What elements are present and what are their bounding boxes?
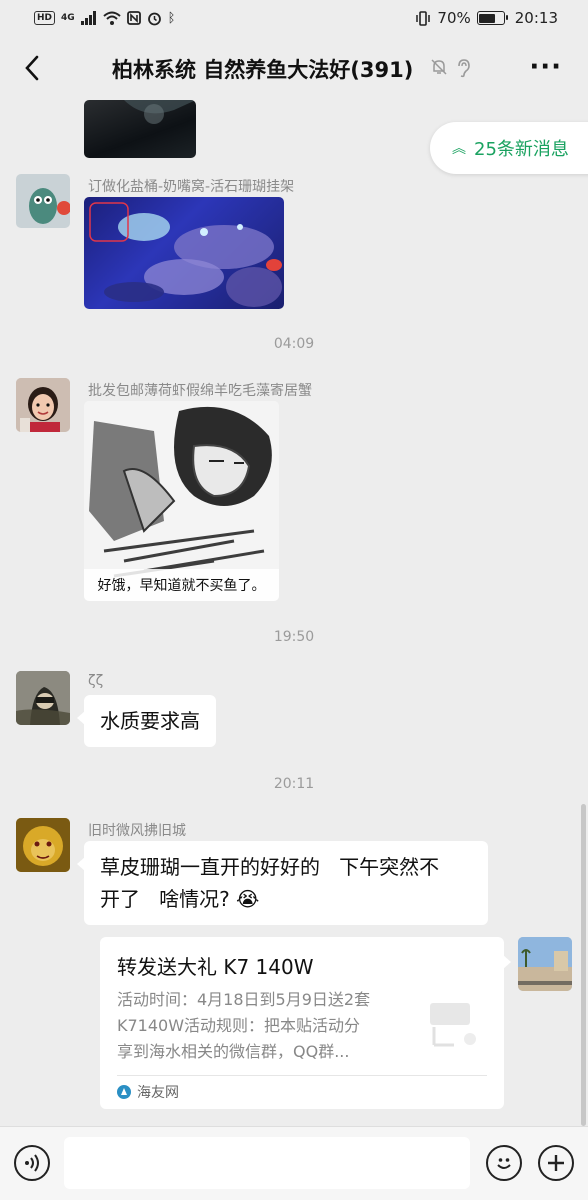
card-source-label: 海友网 <box>137 1085 179 1101</box>
timestamp: 20:11 <box>273 776 315 792</box>
message-text-line: 草皮珊瑚一直开的好好的 下午突然不 <box>100 855 440 879</box>
monster-avatar-art <box>29 188 70 224</box>
emoji-icon <box>497 1158 511 1169</box>
avatar[interactable] <box>16 818 70 872</box>
chevron-left-icon <box>25 55 39 81</box>
girl-avatar-art <box>16 378 70 432</box>
battery-fill <box>479 13 496 23</box>
message-text-line-2: 开了 啥情况? 😭 <box>100 883 472 915</box>
more-button[interactable]: ··· <box>529 52 562 82</box>
hd-badge: HD <box>34 11 56 25</box>
status-left: HD 4G ᛒ <box>34 11 175 26</box>
image-message-coral[interactable] <box>84 197 284 309</box>
signal-icon <box>80 11 96 25</box>
monkey-king-avatar-art <box>16 818 70 872</box>
meme-caption: 好饿，早知道就不买鱼了。 <box>97 578 266 594</box>
voice-icon <box>25 1154 39 1172</box>
timestamp: 19:50 <box>273 629 315 645</box>
status-bar: HD 4G ᛒ 70% 20:13 <box>0 0 588 36</box>
status-right: 70% 20:13 <box>415 9 558 27</box>
double-chevron-up-icon: ︽ <box>452 141 466 157</box>
card-description: 活动时间：4月18日到5月9日送2套 K7140W活动规则：把本贴活动分 享到海… <box>117 987 387 1065</box>
timestamp: 04:09 <box>273 336 315 352</box>
card-thumbnail <box>430 1003 476 1047</box>
chat-header: 柏林系统 自然养鱼大法好(391) ··· <box>0 36 588 100</box>
avatar[interactable] <box>16 378 70 432</box>
wifi-icon <box>103 11 121 25</box>
text-message-bubble[interactable]: 水质要求高 <box>77 695 216 747</box>
my-avatar[interactable] <box>518 937 572 991</box>
bluetooth-icon: ᛒ <box>167 10 176 26</box>
more-horizontal-icon: ··· <box>529 52 562 82</box>
partial-image-art <box>124 100 196 124</box>
sender-name: ζζ <box>88 673 104 689</box>
card-source: 海友网 <box>117 1082 179 1102</box>
emoji-button[interactable] <box>486 1145 522 1181</box>
battery-icon <box>476 11 508 25</box>
sender-name: 批发包邮薄荷虾假绵羊吃毛藻寄居蟹 <box>88 383 312 399</box>
card-title: 转发送大礼 K7 140W <box>117 955 314 979</box>
coral-reef-image <box>89 202 282 307</box>
card-divider <box>117 1075 487 1076</box>
card-desc-line: K7140W活动规则：把本贴活动分 <box>117 1016 361 1035</box>
scrollbar-thumb[interactable] <box>581 804 586 1126</box>
avatar[interactable] <box>16 174 70 228</box>
crying-emoji: 😭 <box>236 887 260 911</box>
street-scene-avatar-art <box>518 937 572 991</box>
network-badge: 4G <box>61 12 75 23</box>
message-text: 水质要求高 <box>100 709 200 733</box>
card-desc-line: 活动时间：4月18日到5月9日送2套 <box>117 990 371 1009</box>
sender-name: 旧时微风拂旧城 <box>88 823 186 839</box>
back-button[interactable] <box>14 50 50 86</box>
nfc-icon <box>126 11 141 25</box>
earpiece-icon <box>458 59 470 78</box>
avatar[interactable] <box>16 671 70 725</box>
message-text-line: 开了 啥情况? <box>100 887 230 911</box>
mute-bell-icon <box>431 59 447 75</box>
chat-title[interactable]: 柏林系统 自然养鱼大法好(391) <box>112 54 413 84</box>
meme-image-art <box>84 401 279 601</box>
chat-area[interactable]: ︽ 25条新消息 订做化盐桶-奶嘴窝-活石珊瑚挂架 04:09 批发包邮薄荷虾假… <box>0 100 588 1126</box>
plus-icon <box>548 1155 564 1171</box>
input-bar <box>0 1126 588 1200</box>
sender-name: 订做化盐桶-奶嘴窝-活石珊瑚挂架 <box>88 179 295 195</box>
message-input[interactable] <box>64 1137 470 1189</box>
battery-percent: 70% <box>437 9 471 27</box>
new-messages-pill[interactable]: ︽ 25条新消息 <box>430 122 588 174</box>
new-messages-label: 25条新消息 <box>474 139 569 160</box>
link-card[interactable]: 转发送大礼 K7 140W 活动时间：4月18日到5月9日送2套 K7140W活… <box>100 937 511 1109</box>
card-desc-line: 享到海水相关的微信群，QQ群... <box>117 1042 350 1061</box>
image-message-meme[interactable]: 好饿，早知道就不买鱼了。 <box>84 401 279 601</box>
vibrate-icon <box>416 10 431 26</box>
voice-button[interactable] <box>14 1145 50 1181</box>
text-message-bubble[interactable]: 草皮珊瑚一直开的好好的 下午突然不 开了 啥情况? 😭 <box>77 841 488 925</box>
image-message-partial[interactable] <box>84 100 196 158</box>
masked-person-avatar-art <box>16 671 70 725</box>
alarm-icon <box>147 12 161 25</box>
plus-button[interactable] <box>538 1145 574 1181</box>
haiyou-logo-icon <box>117 1085 131 1099</box>
status-time: 20:13 <box>514 9 558 27</box>
